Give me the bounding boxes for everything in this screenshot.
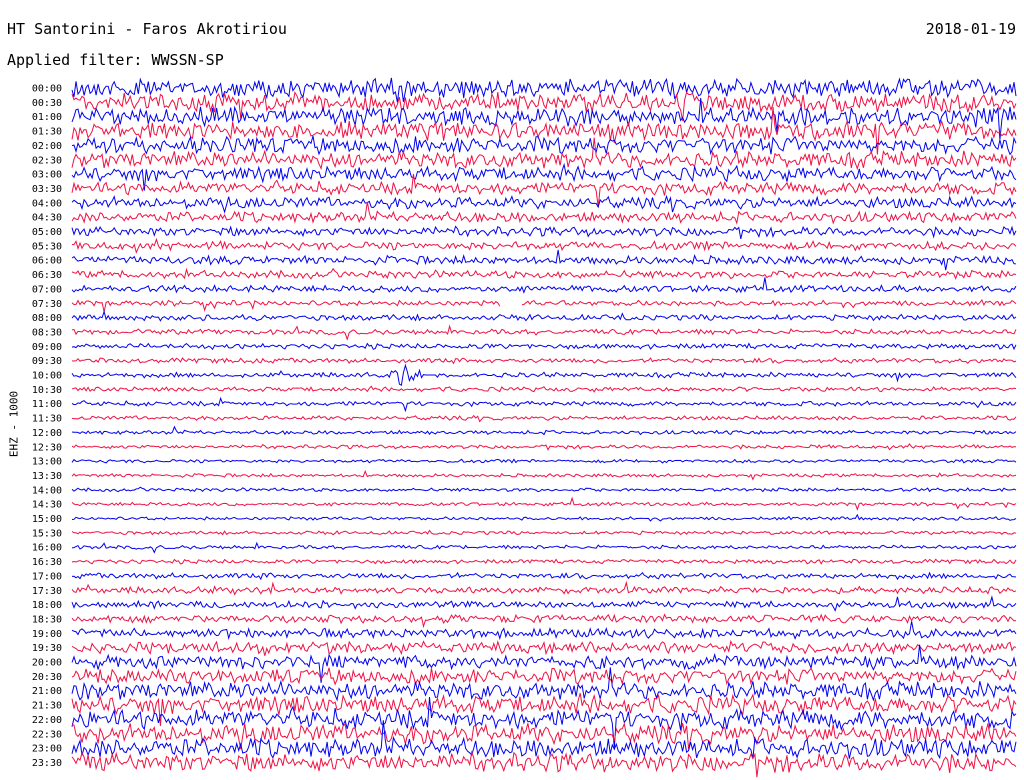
row-tick-label: 16:30 xyxy=(32,557,62,568)
row-tick-label: 21:30 xyxy=(32,701,62,712)
trace-1630 xyxy=(71,558,1017,565)
trace-0700 xyxy=(71,277,1017,294)
row-tick-label: 12:30 xyxy=(32,442,62,453)
row-tick-label: 11:30 xyxy=(32,414,62,425)
row-tick-label: 00:00 xyxy=(32,84,62,95)
trace-2100 xyxy=(71,667,1017,702)
trace-0400 xyxy=(71,194,1017,214)
trace-1830 xyxy=(71,613,1017,629)
trace-0500 xyxy=(71,225,1017,240)
row-tick-label: 15:00 xyxy=(32,514,62,525)
trace-1330 xyxy=(71,469,1017,481)
trace-1100 xyxy=(71,396,1017,413)
trace-1200 xyxy=(71,425,1017,436)
trace-1600 xyxy=(71,541,1017,554)
trace-2330 xyxy=(71,750,1017,778)
row-tick-label: 10:00 xyxy=(32,371,62,382)
trace-1300 xyxy=(71,458,1017,464)
row-tick-label: 09:00 xyxy=(32,342,62,353)
row-tick-label: 23:00 xyxy=(32,744,62,755)
trace-0530 xyxy=(71,237,1017,254)
trace-2300 xyxy=(71,720,1017,760)
trace-2030 xyxy=(71,667,1017,686)
trace-1030 xyxy=(71,385,1017,393)
row-tick-label: 14:30 xyxy=(32,500,62,511)
row-tick-label: 20:30 xyxy=(32,672,62,683)
row-tick-label: 00:30 xyxy=(32,98,62,109)
trace-0900 xyxy=(71,342,1017,351)
trace-0600 xyxy=(71,249,1017,271)
row-tick-label: 22:30 xyxy=(32,729,62,740)
row-tick-label: 02:00 xyxy=(32,141,62,152)
row-tick-label: 23:30 xyxy=(32,758,62,769)
row-tick-label: 08:30 xyxy=(32,327,62,338)
row-tick-label: 07:00 xyxy=(32,284,62,295)
row-tick-label: 04:30 xyxy=(32,213,62,224)
data-gap xyxy=(499,296,522,311)
row-tick-label: 19:30 xyxy=(32,643,62,654)
row-tick-label: 10:30 xyxy=(32,385,62,396)
trace-0800 xyxy=(71,309,1017,322)
trace-1230 xyxy=(71,443,1017,451)
row-tick-label: 05:00 xyxy=(32,227,62,238)
trace-1900 xyxy=(71,621,1017,641)
row-tick-label: 06:00 xyxy=(32,256,62,267)
row-tick-label: 03:30 xyxy=(32,184,62,195)
trace-1530 xyxy=(71,529,1017,536)
trace-1000 xyxy=(71,363,1017,386)
row-tick-label: 01:00 xyxy=(32,112,62,123)
trace-1700 xyxy=(71,571,1017,581)
row-tick-label: 16:00 xyxy=(32,543,62,554)
row-tick-label: 01:30 xyxy=(32,127,62,138)
seismogram-plot: 00:00 00:30 01:00 01:30 02:00 02:30 03:00 03:30… xyxy=(32,77,1017,778)
row-tick-label: 22:00 xyxy=(32,715,62,726)
trace-1800 xyxy=(71,595,1017,612)
row-tick-label: 18:00 xyxy=(32,600,62,611)
trace-1430 xyxy=(71,496,1017,511)
row-tick-label: 13:30 xyxy=(32,471,62,482)
trace-1730 xyxy=(71,580,1017,596)
trace-0830 xyxy=(71,324,1017,341)
row-tick-label: 19:00 xyxy=(32,629,62,640)
trace-0930 xyxy=(71,357,1017,365)
row-tick-label: 17:00 xyxy=(32,571,62,582)
row-tick-label: 03:00 xyxy=(32,170,62,181)
trace-1400 xyxy=(71,486,1017,493)
row-tick-label: 05:30 xyxy=(32,241,62,252)
row-tick-label: 17:30 xyxy=(32,586,62,597)
trace-0000 xyxy=(71,77,1017,103)
row-tick-label: 04:00 xyxy=(32,198,62,209)
trace-0730 xyxy=(71,299,1017,313)
row-tick-label: 21:00 xyxy=(32,686,62,697)
row-tick-label: 06:30 xyxy=(32,270,62,281)
trace-0200 xyxy=(71,135,1017,156)
row-tick-label: 18:30 xyxy=(32,614,62,625)
row-tick-label: 12:00 xyxy=(32,428,62,439)
trace-0630 xyxy=(71,267,1017,280)
row-tick-label: 02:30 xyxy=(32,155,62,166)
trace-2230 xyxy=(71,722,1017,750)
row-tick-label: 11:00 xyxy=(32,399,62,410)
trace-1500 xyxy=(71,513,1017,522)
row-tick-label: 20:00 xyxy=(32,658,62,669)
row-tick-label: 07:30 xyxy=(32,299,62,310)
row-tick-label: 15:30 xyxy=(32,528,62,539)
row-tick-label: 09:30 xyxy=(32,356,62,367)
trace-1130 xyxy=(71,414,1017,423)
row-tick-label: 13:00 xyxy=(32,457,62,468)
row-tick-label: 14:00 xyxy=(32,485,62,496)
trace-1930 xyxy=(71,639,1017,656)
row-tick-label: 08:00 xyxy=(32,313,62,324)
